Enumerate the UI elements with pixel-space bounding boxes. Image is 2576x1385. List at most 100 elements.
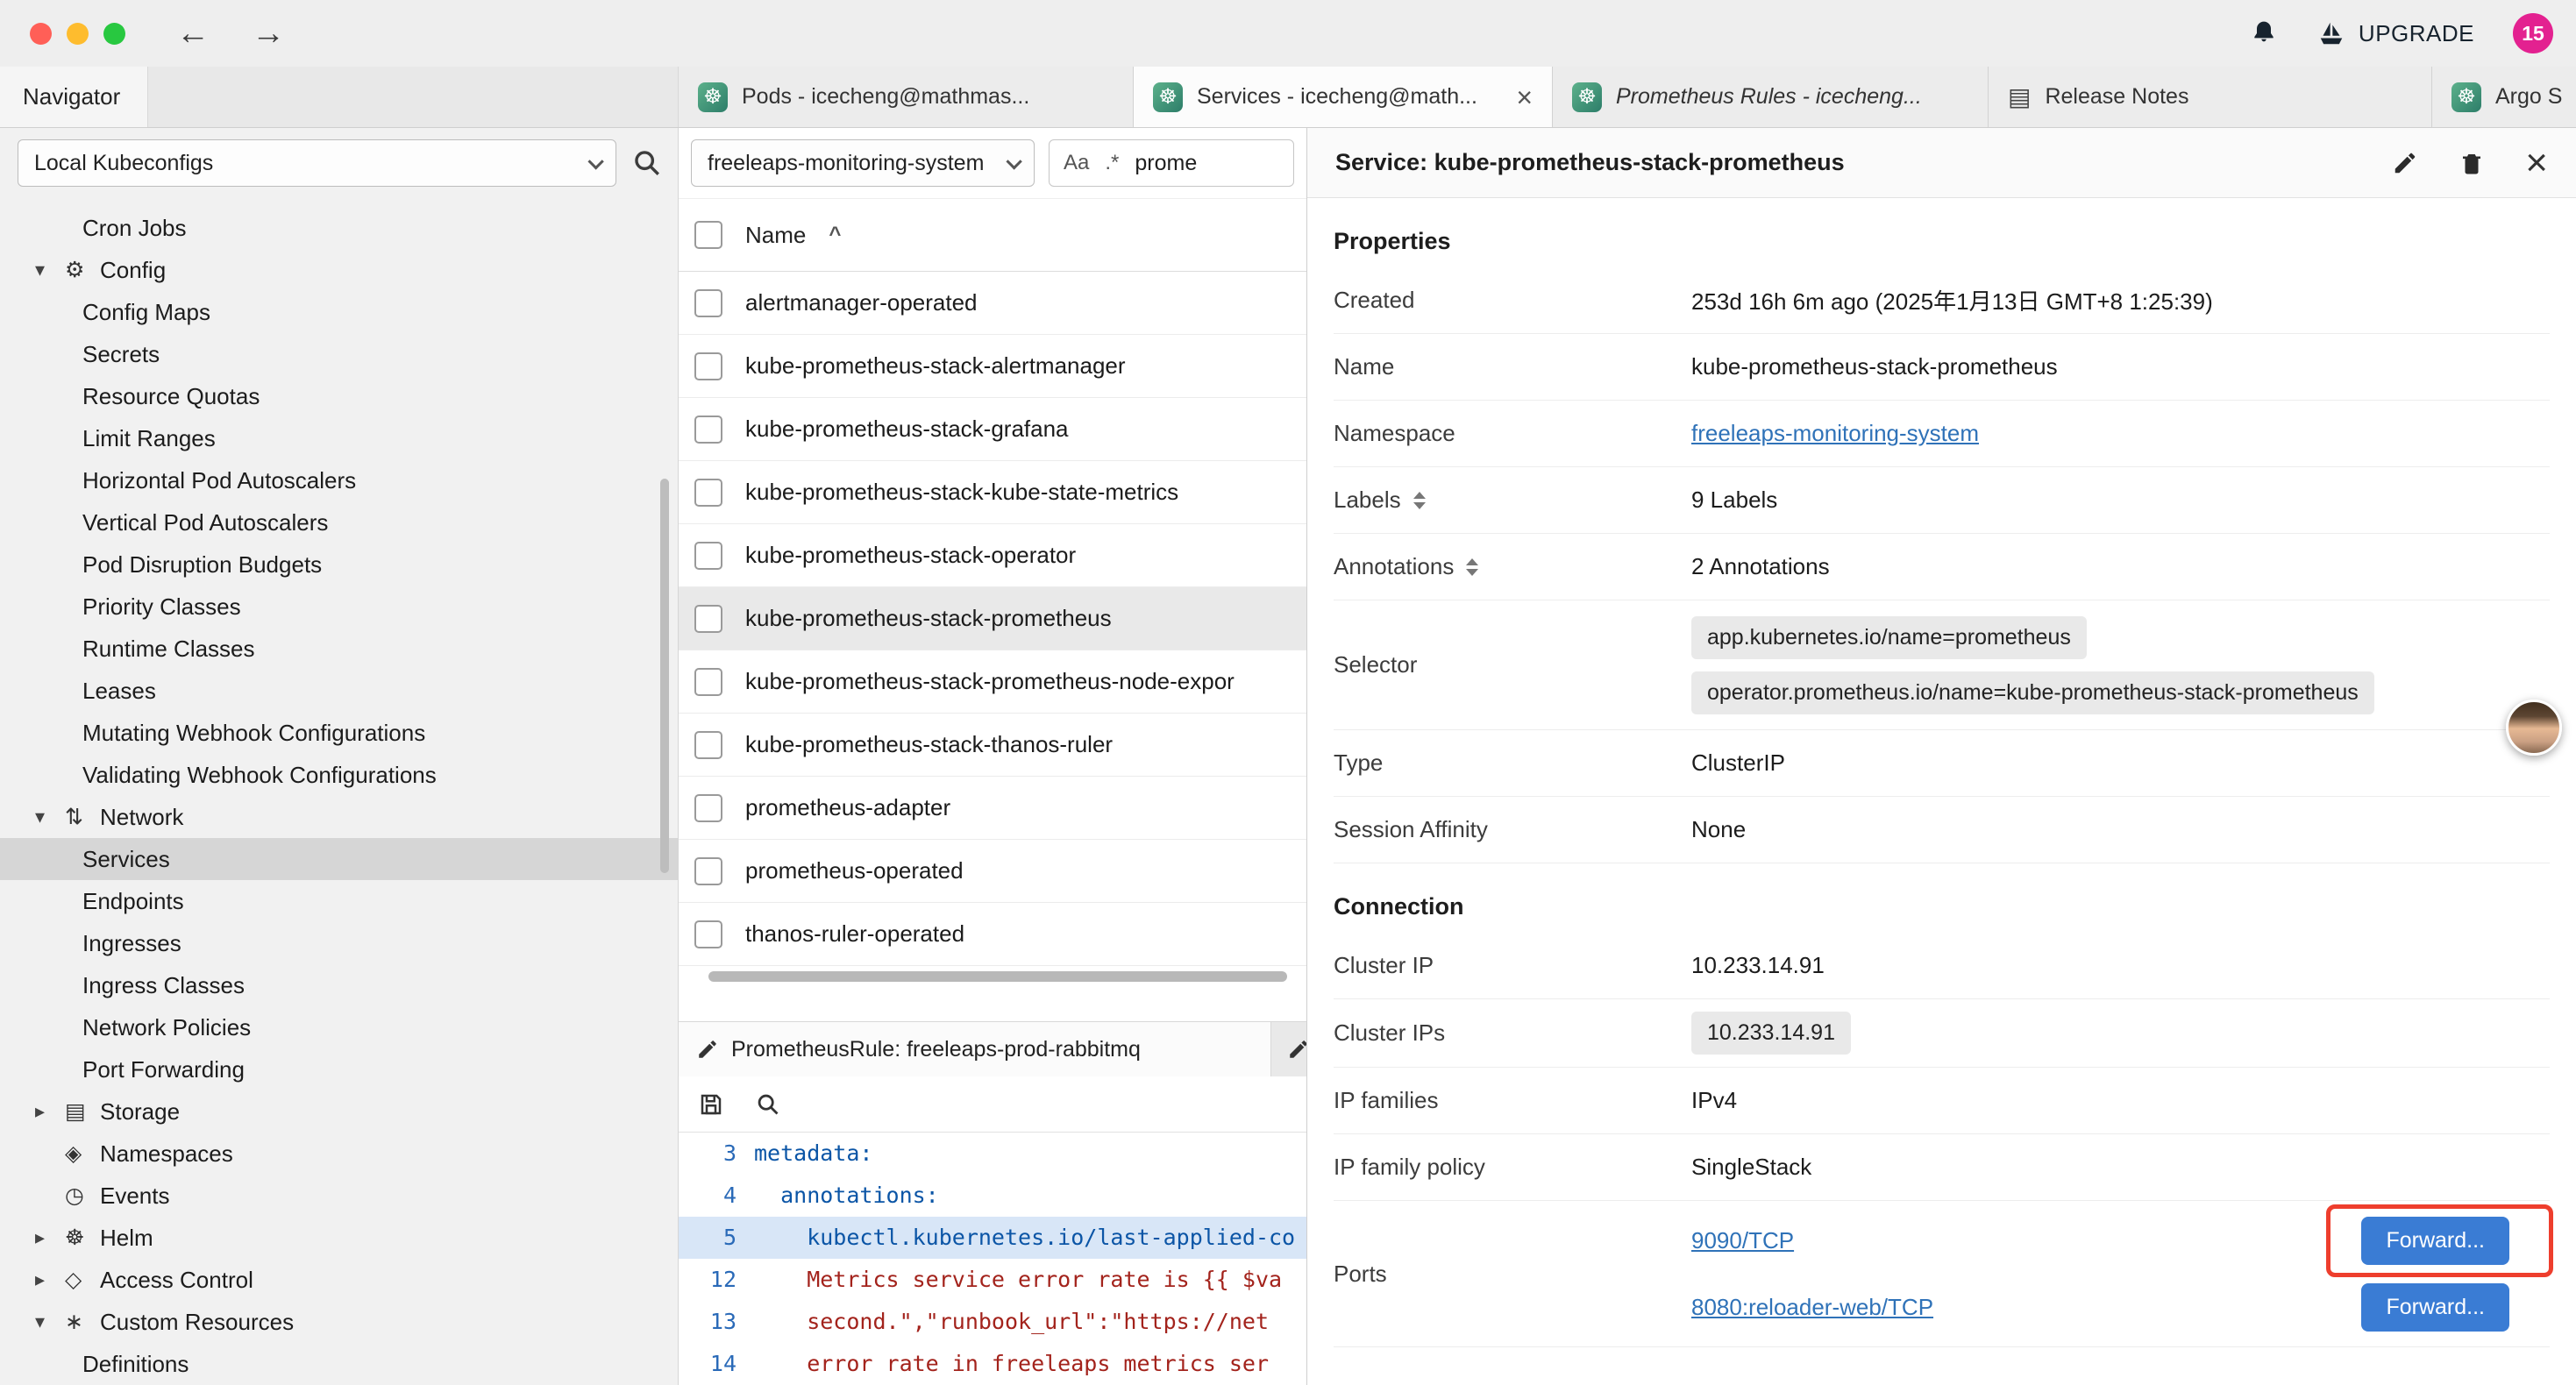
sidebar-item-runtime-classes[interactable]: Runtime Classes bbox=[0, 628, 678, 670]
sort-ascending-icon[interactable]: ^ bbox=[829, 223, 841, 247]
forward-arrow-icon[interactable]: → bbox=[252, 15, 285, 53]
table-row[interactable]: kube-prometheus-stack-prometheus-node-ex… bbox=[679, 650, 1306, 714]
sidebar-item-resource-quotas[interactable]: Resource Quotas bbox=[0, 375, 678, 417]
sidebar-item-endpoints[interactable]: Endpoints bbox=[0, 880, 678, 922]
table-row[interactable]: kube-prometheus-stack-prometheus bbox=[679, 587, 1306, 650]
sidebar-item-vertical-pod-autoscalers[interactable]: Vertical Pod Autoscalers bbox=[0, 501, 678, 543]
app-tab[interactable]: ☸ Argo S bbox=[2432, 67, 2576, 127]
notifications-bell-icon[interactable] bbox=[2250, 19, 2278, 47]
row-checkbox[interactable] bbox=[694, 857, 722, 885]
sidebar-item-cron-jobs[interactable]: Cron Jobs bbox=[0, 207, 678, 249]
row-checkbox[interactable] bbox=[694, 542, 722, 570]
sidebar-item-network-policies[interactable]: Network Policies bbox=[0, 1006, 678, 1048]
port-link[interactable]: 8080:reloader-web/TCP bbox=[1691, 1294, 1933, 1321]
table-row[interactable]: alertmanager-operated bbox=[679, 272, 1306, 335]
kubeconfig-select[interactable]: Local Kubeconfigs bbox=[18, 139, 616, 187]
row-checkbox[interactable] bbox=[694, 920, 722, 948]
editor-search-icon[interactable] bbox=[756, 1092, 780, 1117]
dock-tab-prometheusrule[interactable]: PrometheusRule: freeleaps-prod-rabbitmq bbox=[679, 1022, 1271, 1076]
namespace-link[interactable]: freeleaps-monitoring-system bbox=[1691, 420, 1979, 447]
sidebar-item-network[interactable]: ▾ ⇅ Network bbox=[0, 796, 678, 838]
sidebar-item-helm[interactable]: ▸ ☸ Helm bbox=[0, 1217, 678, 1259]
row-checkbox[interactable] bbox=[694, 289, 722, 317]
sidebar-item-mutating-webhook-configurations[interactable]: Mutating Webhook Configurations bbox=[0, 712, 678, 754]
maximize-window-button[interactable] bbox=[103, 23, 125, 45]
row-checkbox[interactable] bbox=[694, 668, 722, 696]
sort-toggle-icon[interactable] bbox=[1413, 492, 1426, 509]
table-row[interactable]: kube-prometheus-stack-kube-state-metrics bbox=[679, 461, 1306, 524]
row-checkbox[interactable] bbox=[694, 731, 722, 759]
chevron-icon[interactable]: ▸ bbox=[35, 1268, 65, 1291]
sidebar-item-storage[interactable]: ▸ ▤ Storage bbox=[0, 1090, 678, 1133]
minimize-window-button[interactable] bbox=[67, 23, 89, 45]
row-checkbox[interactable] bbox=[694, 352, 722, 380]
table-row[interactable]: kube-prometheus-stack-operator bbox=[679, 524, 1306, 587]
yaml-editor[interactable]: 3 metadata: 4 annotations: 5 kubectl.kub… bbox=[679, 1133, 1306, 1385]
sidebar-item-config[interactable]: ▾ ⚙ Config bbox=[0, 249, 678, 291]
table-row[interactable]: prometheus-operated bbox=[679, 840, 1306, 903]
name-column-header[interactable]: Name bbox=[745, 222, 806, 249]
forward-button[interactable]: Forward... bbox=[2361, 1283, 2509, 1332]
sidebar-item-custom-resources[interactable]: ▾ ∗ Custom Resources bbox=[0, 1301, 678, 1343]
sidebar-item-services[interactable]: Services bbox=[0, 838, 678, 880]
list-search-box[interactable]: Aa .* prome bbox=[1049, 139, 1294, 187]
table-row[interactable]: kube-prometheus-stack-grafana bbox=[679, 398, 1306, 461]
table-row[interactable]: prometheus-adapter bbox=[679, 777, 1306, 840]
select-all-checkbox[interactable] bbox=[694, 221, 722, 249]
app-tab[interactable]: ☸ Services - icecheng@math... × bbox=[1134, 67, 1553, 127]
sidebar-item-limit-ranges[interactable]: Limit Ranges bbox=[0, 417, 678, 459]
row-checkbox[interactable] bbox=[694, 479, 722, 507]
save-icon[interactable] bbox=[698, 1091, 724, 1118]
app-tab[interactable]: ☸ Prometheus Rules - icecheng... bbox=[1553, 67, 1989, 127]
row-checkbox[interactable] bbox=[694, 605, 722, 633]
horizontal-scrollbar[interactable] bbox=[708, 971, 1287, 982]
row-checkbox[interactable] bbox=[694, 794, 722, 822]
sidebar-item-ingress-classes[interactable]: Ingress Classes bbox=[0, 964, 678, 1006]
table-row[interactable]: thanos-ruler-operated bbox=[679, 903, 1306, 966]
chevron-icon[interactable]: ▾ bbox=[35, 259, 65, 281]
sidebar-item-definitions[interactable]: Definitions bbox=[0, 1343, 678, 1385]
sidebar-item-horizontal-pod-autoscalers[interactable]: Horizontal Pod Autoscalers bbox=[0, 459, 678, 501]
dock-tab-partial[interactable] bbox=[1271, 1022, 1306, 1076]
namespace-select[interactable]: freeleaps-monitoring-system bbox=[691, 139, 1035, 187]
sidebar-item-config-maps[interactable]: Config Maps bbox=[0, 291, 678, 333]
sidebar-item-secrets[interactable]: Secrets bbox=[0, 333, 678, 375]
trash-icon[interactable] bbox=[2459, 150, 2485, 176]
sidebar-item-access-control[interactable]: ▸ ◇ Access Control bbox=[0, 1259, 678, 1301]
back-arrow-icon[interactable]: ← bbox=[176, 15, 210, 53]
match-case-toggle[interactable]: Aa bbox=[1064, 151, 1089, 175]
app-tab[interactable]: ▤ Release Notes bbox=[1989, 67, 2432, 127]
notification-count-badge[interactable]: 15 bbox=[2513, 13, 2553, 53]
forward-button[interactable]: Forward... bbox=[2361, 1217, 2509, 1265]
sidebar-item-validating-webhook-configurations[interactable]: Validating Webhook Configurations bbox=[0, 754, 678, 796]
sidebar-search-icon[interactable] bbox=[632, 148, 662, 178]
sidebar-item-events[interactable]: ◷ Events bbox=[0, 1175, 678, 1217]
chevron-icon[interactable]: ▾ bbox=[35, 806, 65, 828]
sidebar-item-pod-disruption-budgets[interactable]: Pod Disruption Budgets bbox=[0, 543, 678, 586]
table-row[interactable]: kube-prometheus-stack-thanos-ruler bbox=[679, 714, 1306, 777]
close-icon[interactable]: × bbox=[2525, 144, 2548, 182]
user-avatar[interactable] bbox=[2506, 700, 2562, 756]
sidebar-item-label: Ingress Classes bbox=[82, 972, 245, 999]
sidebar-item-priority-classes[interactable]: Priority Classes bbox=[0, 586, 678, 628]
sidebar-item-namespaces[interactable]: ◈ Namespaces bbox=[0, 1133, 678, 1175]
navigator-panel-tab[interactable]: Navigator bbox=[0, 67, 148, 127]
edit-icon[interactable] bbox=[2392, 150, 2418, 176]
row-checkbox[interactable] bbox=[694, 416, 722, 444]
upgrade-button[interactable]: UPGRADE bbox=[2316, 20, 2474, 47]
chevron-icon[interactable]: ▸ bbox=[35, 1100, 65, 1123]
chevron-icon[interactable]: ▾ bbox=[35, 1310, 65, 1333]
close-tab-icon[interactable]: × bbox=[1516, 83, 1533, 111]
sort-toggle-icon[interactable] bbox=[1466, 558, 1478, 576]
port-link[interactable]: 9090/TCP bbox=[1691, 1227, 1794, 1254]
sidebar-item-ingresses[interactable]: Ingresses bbox=[0, 922, 678, 964]
close-window-button[interactable] bbox=[30, 23, 52, 45]
app-tab[interactable]: ☸ Pods - icecheng@mathmas... bbox=[679, 67, 1134, 127]
sidebar-item-leases[interactable]: Leases bbox=[0, 670, 678, 712]
chevron-icon[interactable]: ▸ bbox=[35, 1226, 65, 1249]
sidebar-scrollbar[interactable] bbox=[660, 479, 669, 873]
table-row[interactable]: kube-prometheus-stack-alertmanager bbox=[679, 335, 1306, 398]
search-input[interactable]: prome bbox=[1135, 151, 1197, 176]
regex-toggle[interactable]: .* bbox=[1105, 151, 1119, 175]
sidebar-item-port-forwarding[interactable]: Port Forwarding bbox=[0, 1048, 678, 1090]
